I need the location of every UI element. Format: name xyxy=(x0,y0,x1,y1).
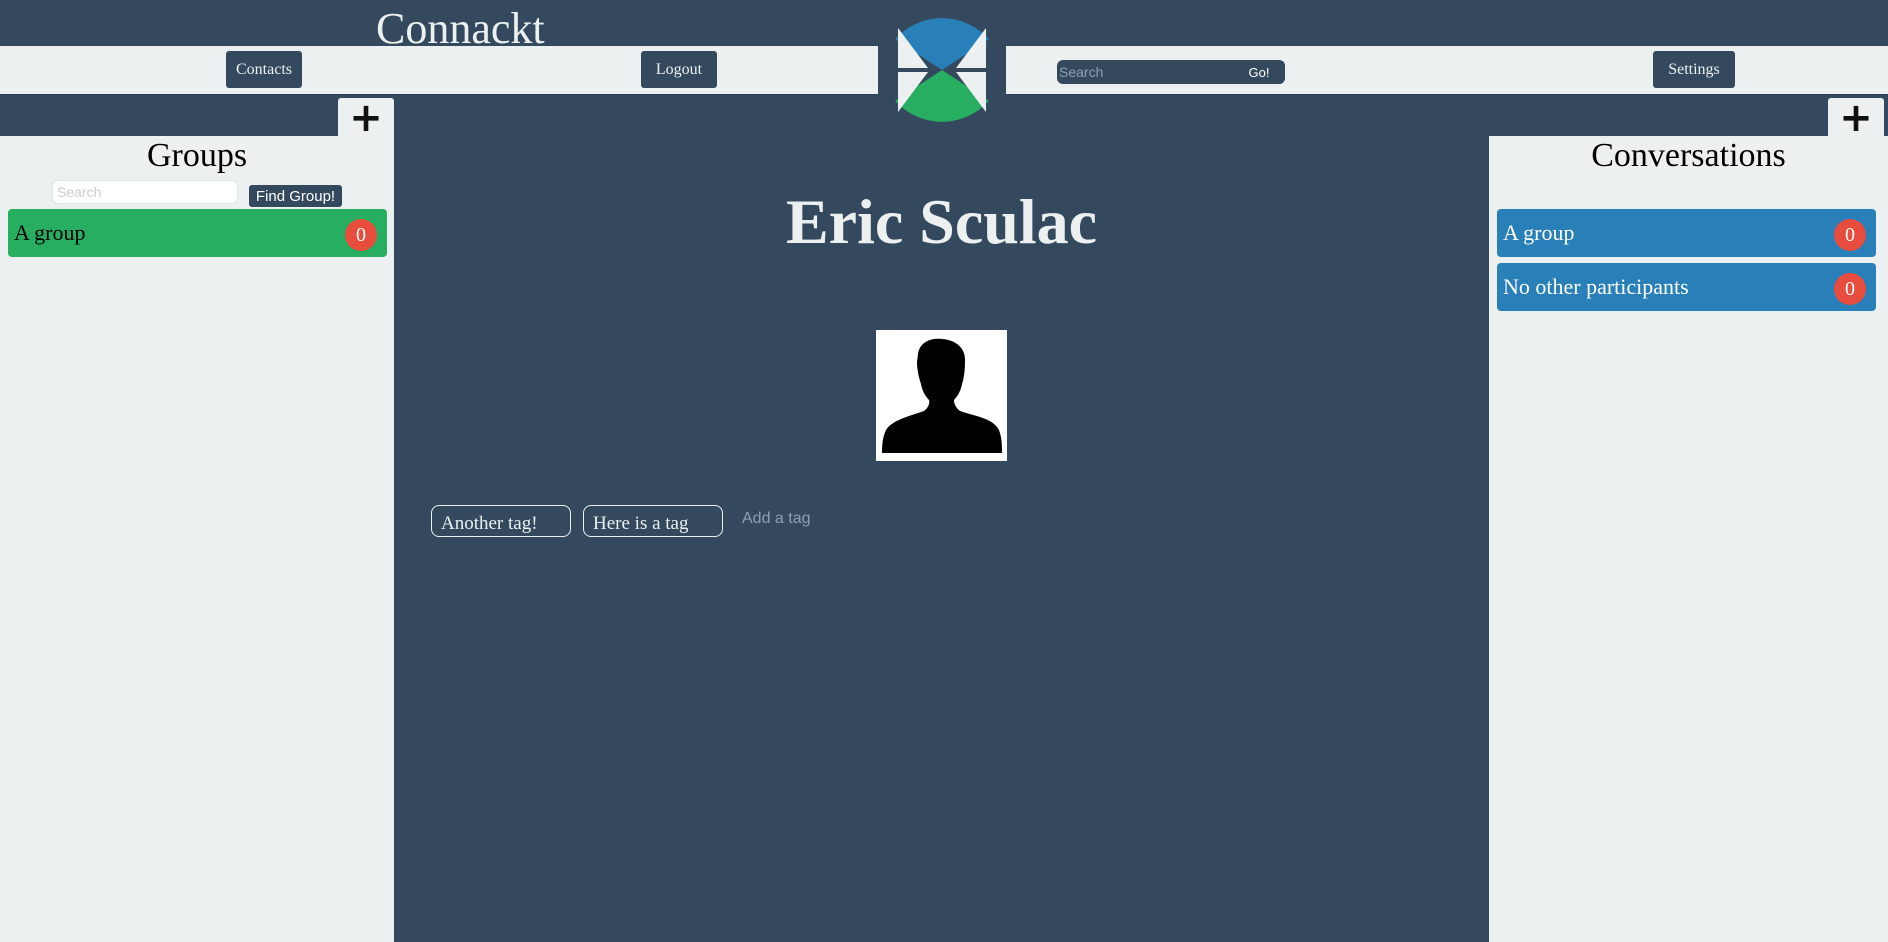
plus-icon: + xyxy=(1839,95,1873,141)
group-search-input[interactable]: Search xyxy=(52,180,238,204)
conversation-list-item[interactable]: A group 0 xyxy=(1497,209,1876,257)
person-silhouette-icon xyxy=(876,330,1007,461)
group-list-item[interactable]: A group 0 xyxy=(8,209,387,257)
conversation-list-item[interactable]: No other participants 0 xyxy=(1497,263,1876,311)
contacts-button[interactable]: Contacts xyxy=(226,51,302,88)
conversation-name: A group xyxy=(1503,220,1575,245)
settings-button[interactable]: Settings xyxy=(1653,51,1735,88)
tag-label: Another tag! xyxy=(441,513,538,534)
plus-icon: + xyxy=(349,95,383,141)
profile-tag[interactable]: Here is a tag xyxy=(583,505,723,537)
nav-search-input[interactable]: Search xyxy=(1059,62,1249,82)
nav-search-go-button[interactable]: Go! xyxy=(1233,60,1285,84)
groups-title: Groups xyxy=(146,137,248,174)
groups-panel: Groups Search Find Group! A group 0 xyxy=(0,136,394,942)
tag-label: Here is a tag xyxy=(593,513,689,534)
profile-tag[interactable]: Another tag! xyxy=(431,505,571,537)
add-group-button[interactable]: + xyxy=(338,98,394,138)
unread-count-badge: 0 xyxy=(1834,219,1866,251)
nav-search: Search Go! xyxy=(1057,60,1285,84)
group-name: A group xyxy=(14,220,86,245)
unread-count-badge: 0 xyxy=(345,219,377,251)
add-tag-input[interactable]: Add a tag xyxy=(742,510,811,528)
profile-name: Eric Sculac xyxy=(785,186,1098,257)
conversations-title: Conversations xyxy=(1591,137,1786,174)
conversation-name: No other participants xyxy=(1503,274,1689,299)
connackt-logo-icon[interactable] xyxy=(878,4,1006,136)
logout-button[interactable]: Logout xyxy=(641,51,717,88)
find-group-button[interactable]: Find Group! xyxy=(249,185,342,207)
unread-count-badge: 0 xyxy=(1834,273,1866,305)
add-conversation-button[interactable]: + xyxy=(1828,98,1884,138)
conversations-panel: Conversations A group 0 No other partici… xyxy=(1489,136,1888,942)
